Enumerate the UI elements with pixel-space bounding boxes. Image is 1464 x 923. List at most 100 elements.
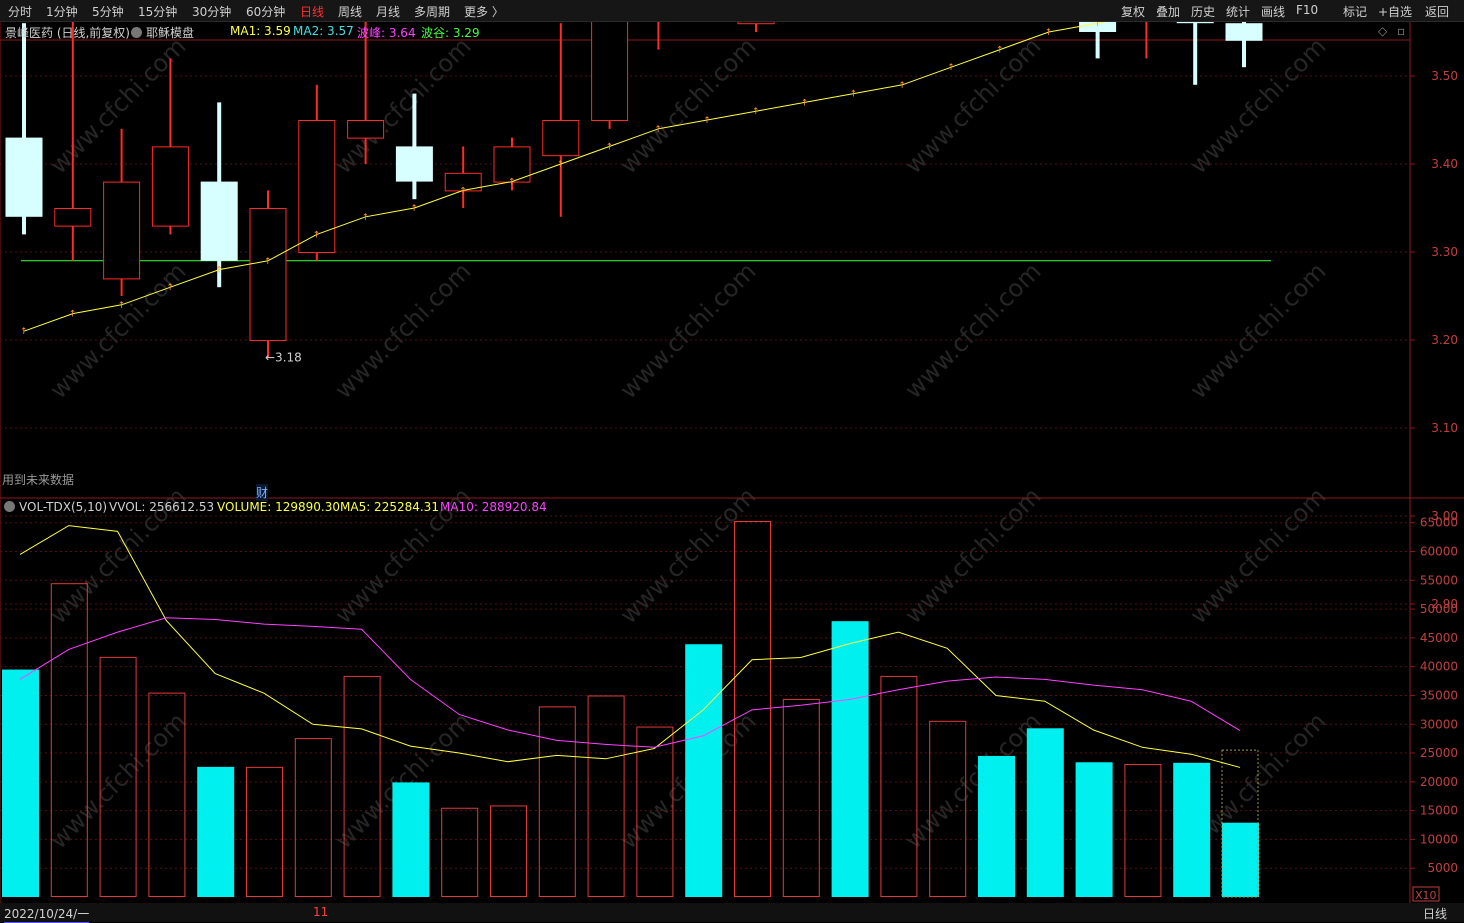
ma-up-arrow: ↑ (166, 283, 174, 293)
watermark-text: www.cfchi.com (614, 32, 761, 179)
ma-up-arrow: ↑ (20, 327, 28, 337)
diamond-icon[interactable]: ◇ (1378, 24, 1387, 38)
toolbar-button-8[interactable]: 返回 (1425, 3, 1449, 20)
collapse-icon[interactable]: ▫ (1397, 24, 1405, 38)
volume-indicator-selector[interactable]: VOL-TDX(5,10) (4, 500, 107, 514)
volume-bar (392, 782, 430, 897)
period-tab-3[interactable]: 15分钟 (138, 3, 177, 20)
ma-up-arrow: ↑ (118, 301, 126, 311)
candle-body (347, 120, 385, 139)
candle-wick (1193, 22, 1198, 85)
volume-bar (2, 669, 39, 897)
volume-bar (50, 583, 88, 897)
price-candles: ↑↑↑↑↑↑↑↑↑↑↑↑↑↑↑↑↑↑↑↑↑↑↑↑↑↑↖3.87←3.18 (5, 22, 1271, 365)
volume-tick-label: 25000 (1420, 746, 1458, 760)
valley-label: 波谷: 3.29 (421, 26, 480, 40)
toolbar-button-2[interactable]: 历史 (1191, 3, 1215, 20)
ma-up-arrow: ↑ (1045, 28, 1053, 38)
ma-up-arrow: ↑ (264, 257, 272, 267)
volume-bar (1173, 762, 1211, 897)
volume-label: VOLUME: 129890.30 (217, 500, 340, 514)
stock-title: 景峰医药 (日线,前复权) (5, 26, 130, 40)
volume-tick-label: 65000 (1420, 516, 1458, 530)
volume-bar (782, 698, 820, 897)
volume-bar (880, 675, 918, 898)
candle-body (5, 137, 43, 217)
candle-body (542, 120, 580, 157)
period-tab-6[interactable]: 日线 (300, 3, 324, 20)
candle-wick (364, 22, 367, 164)
volume-bar (441, 807, 479, 897)
price-tick-label: 3.50 (1431, 69, 1458, 83)
volume-tick-label: 5000 (1427, 861, 1458, 875)
volume-tick-label: 10000 (1420, 832, 1458, 846)
volume-bar (197, 766, 235, 897)
volume-bar (1124, 763, 1162, 897)
watermark-text: www.cfchi.com (899, 707, 1046, 854)
low-label: ←3.18 (265, 351, 302, 365)
toolbar-button-5[interactable]: F10 (1296, 3, 1318, 17)
watermark-text: www.cfchi.com (1184, 32, 1331, 179)
watermark-text: www.cfchi.com (899, 32, 1046, 179)
mode-selector[interactable]: 耶稣模盘 (131, 24, 194, 41)
watermark-text: www.cfchi.com (614, 482, 761, 629)
toolbar-button-1[interactable]: 叠加 (1156, 3, 1180, 20)
period-tab-10[interactable]: 更多 〉 (464, 3, 504, 20)
candle-body (54, 208, 92, 227)
bottom-bar: 2022/10/24/一 11 日线 (0, 903, 1464, 923)
peak-label: 波峰: 3.64 (357, 26, 416, 40)
watermark-text: www.cfchi.com (899, 257, 1046, 404)
toolbar-button-7[interactable]: +自选 (1378, 3, 1412, 20)
ma5-label: MA5: 225284.31 (340, 500, 439, 514)
price-tick-label: 3.30 (1431, 245, 1458, 259)
ma-up-arrow: ↑ (801, 98, 809, 108)
watermark-text: www.cfchi.com (1184, 482, 1331, 629)
volume-bar (685, 644, 723, 897)
toolbar-button-6[interactable]: 标记 (1343, 3, 1367, 20)
period-tab-4[interactable]: 30分钟 (192, 3, 231, 20)
period-tab-0[interactable]: 分时 (8, 3, 32, 20)
period-tab-9[interactable]: 多周期 (414, 3, 450, 20)
multiplier-label: X10 (1415, 889, 1437, 902)
candle-body (1176, 22, 1214, 24)
volume-bar (831, 621, 869, 897)
future-data-note: 用到未来数据 (2, 473, 75, 487)
price-tick-label: 3.10 (1431, 421, 1458, 435)
period-tab-5[interactable]: 60分钟 (246, 3, 285, 20)
ma-up-arrow: ↑ (410, 204, 418, 214)
watermark-text: www.cfchi.com (614, 257, 761, 404)
volume-bar (343, 675, 381, 898)
period-toolbar: 分时 1分钟 5分钟 15分钟 30分钟 60分钟 日线 周线 月线 多周期 更多 〉 复权 叠加 历史统… (0, 0, 1464, 22)
month-marker: 11 (313, 905, 329, 919)
volume-tick-label: 40000 (1420, 660, 1458, 674)
ma-up-arrow: ↑ (752, 107, 760, 117)
finance-marker[interactable]: 财 (256, 484, 269, 501)
ma-up-arrow: ↑ (850, 90, 858, 100)
period-tab-7[interactable]: 周线 (338, 3, 362, 20)
volume-bar (587, 695, 625, 898)
period-tab-8[interactable]: 月线 (376, 3, 400, 20)
volume-tick-label: 60000 (1420, 545, 1458, 559)
watermark-text: www.cfchi.com (329, 257, 476, 404)
candle-body (737, 22, 775, 25)
ma10-label: MA10: 288920.84 (440, 500, 547, 514)
toolbar-button-0[interactable]: 复权 (1121, 3, 1145, 20)
volume-bar (1075, 762, 1113, 897)
toolbar-button-3[interactable]: 统计 (1226, 3, 1250, 20)
volume-bar (246, 766, 283, 897)
ma-up-arrow: ↑ (947, 63, 955, 73)
candle-wick (559, 23, 562, 217)
period-tab-2[interactable]: 5分钟 (92, 3, 124, 20)
volume-bar (538, 706, 576, 897)
ma-up-arrow: ↑ (557, 160, 565, 170)
candle-wick (657, 22, 660, 50)
stock-chart[interactable]: www.cfchi.com www.cfchi.com www.cfchi.com w… (0, 22, 1464, 903)
ma-up-arrow: ↑ (1094, 22, 1102, 29)
date-label: 2022/10/24/一 (4, 907, 90, 923)
ma-up-arrow: ↑ (654, 125, 662, 135)
volume-bar (490, 805, 527, 897)
toolbar-button-4[interactable]: 画线 (1261, 3, 1285, 20)
candle-body (151, 146, 189, 227)
period-tab-1[interactable]: 1分钟 (46, 3, 78, 20)
candle-body (395, 146, 433, 182)
